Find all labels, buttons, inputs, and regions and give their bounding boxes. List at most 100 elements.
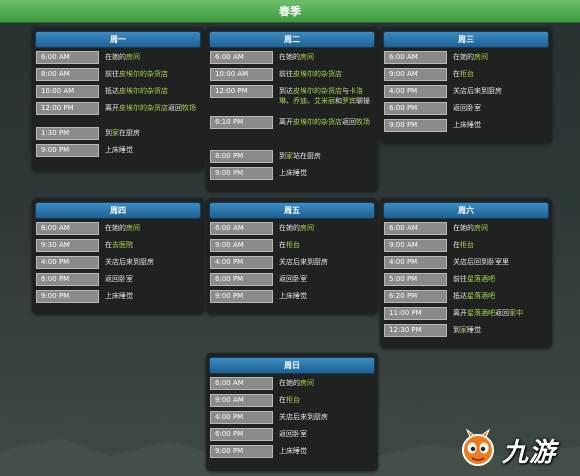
- event-fragment: 在她的: [279, 53, 300, 61]
- event-fragment: 聊操: [356, 97, 370, 105]
- event-fragment: 在厨房: [119, 129, 140, 137]
- time-cell: 6:00 AM: [384, 222, 447, 235]
- time-cell: 4:00 PM: [384, 256, 447, 269]
- day-name: 周三: [458, 35, 474, 44]
- location-link: 房间: [474, 53, 488, 61]
- event-text: 上床睡觉: [453, 120, 548, 130]
- location-link: 去医院: [112, 241, 133, 249]
- day-name: 周二: [284, 35, 300, 44]
- location-link: 柜台: [286, 396, 300, 404]
- event-fragment: 返回: [495, 309, 509, 317]
- event-text: 关店后来到厨房: [279, 412, 374, 422]
- event-text: 在她的房间: [453, 52, 548, 62]
- event-fragment: 关店后来到厨房: [105, 258, 154, 266]
- event-fragment: 前往: [105, 70, 119, 78]
- event-fragment: 、: [307, 97, 314, 105]
- time-cell: 6:00 PM: [210, 273, 273, 286]
- time-cell: 6:00 AM: [210, 222, 273, 235]
- time-cell: 9:00 PM: [210, 290, 273, 303]
- time-cell: 9:00 AM: [384, 239, 447, 252]
- time-cell: 4:00 PM: [36, 256, 99, 269]
- event-fragment: 睡觉: [467, 326, 481, 334]
- day-header: 周一: [35, 31, 201, 48]
- event-text: 在柜台: [279, 395, 374, 405]
- day-header: 周六: [383, 202, 549, 219]
- day-card-wednesday: 周三 6:00 AM 在她的房间 9:00 AM 在柜台 4:00 PM 关店后来到厨房 6:…: [380, 27, 552, 143]
- event-fragment: 上床睡觉: [279, 447, 307, 455]
- time-cell: 4:00 PM: [210, 411, 273, 424]
- event-fragment: 离开: [105, 104, 119, 112]
- event-fragment: 到达: [279, 87, 293, 95]
- location-link: 房间: [300, 379, 314, 387]
- event-text: 关店后来到厨房: [453, 86, 548, 96]
- time-cell: 9:00 AM: [210, 239, 273, 252]
- location-link: 房间: [474, 224, 488, 232]
- event-text: 到家睡觉: [453, 325, 548, 335]
- location-link: 星落酒吧: [467, 309, 495, 317]
- event-text: 返回卧室: [279, 274, 374, 284]
- location-link: 房间: [126, 53, 140, 61]
- time-cell: 9:00 PM: [210, 167, 273, 180]
- day-card-friday: 周五 6:00 AM 在她的房间 9:00 AM 在柜台 4:00 PM 关店后来到厨房 6:…: [206, 198, 378, 314]
- location-link: 皮埃尔的杂货店: [293, 70, 342, 78]
- time-cell: 10:00 AM: [36, 85, 99, 98]
- location-link: 星落酒吧: [467, 275, 495, 283]
- day-header: 周三: [383, 31, 549, 48]
- event-text: 在柜台: [453, 240, 548, 250]
- event-text: 前往皮埃尔的杂货店: [279, 69, 374, 79]
- event-fragment: 关店后来到厨房: [279, 413, 328, 421]
- event-text: 返回卧室: [279, 429, 374, 439]
- time-cell: 6:10 PM: [210, 116, 273, 129]
- time-cell: 6:00 PM: [36, 273, 99, 286]
- location-link: 柜台: [286, 241, 300, 249]
- mascot-icon: [462, 428, 494, 466]
- time-cell: 6:00 PM: [384, 102, 447, 115]
- event-text: 上床睡觉: [279, 168, 374, 178]
- time-cell: 12:00 PM: [210, 85, 273, 98]
- season-title: 春季: [279, 5, 301, 18]
- event-text: 在她的房间: [453, 223, 548, 233]
- event-fragment: 返回卧室: [105, 275, 133, 283]
- event-fragment: 在她的: [453, 224, 474, 232]
- event-fragment: 上床睡觉: [105, 292, 133, 300]
- time-cell: 6:00 AM: [36, 222, 99, 235]
- event-text: 在她的房间: [105, 52, 200, 62]
- location-link: 皮埃尔的杂货店: [293, 87, 342, 95]
- location-link: 家中: [509, 309, 523, 317]
- event-fragment: 在她的: [453, 53, 474, 61]
- event-fragment: 在: [105, 241, 112, 249]
- time-cell: 6:00 AM: [384, 51, 447, 64]
- location-link: 牧场: [356, 118, 370, 126]
- event-fragment: 在她的: [279, 224, 300, 232]
- day-name: 周四: [110, 206, 126, 215]
- day-header: 周二: [209, 31, 375, 48]
- event-text: 在柜台: [453, 69, 548, 79]
- event-fragment: 在她的: [105, 224, 126, 232]
- event-text: 返回卧室: [105, 274, 200, 284]
- event-text: 返回卧室: [453, 103, 548, 113]
- day-card-saturday: 周六 6:00 AM 在她的房间 9:00 AM 在柜台 4:00 PM 关店后回到卧室里 5…: [380, 198, 552, 348]
- location-link: 柜台: [460, 70, 474, 78]
- event-fragment: 在她的: [279, 379, 300, 387]
- event-fragment: 关店后来到厨房: [279, 258, 328, 266]
- event-text: 离开星落酒吧返回家中: [453, 308, 548, 318]
- event-fragment: 上床睡觉: [105, 146, 133, 154]
- event-fragment: 在: [453, 241, 460, 249]
- event-fragment: 抵达: [105, 87, 119, 95]
- time-cell: 9:00 AM: [384, 68, 447, 81]
- jiuyou-watermark: 九游: [458, 426, 576, 470]
- event-text: 在去医院: [105, 240, 200, 250]
- event-fragment: 关店后回到卧室里: [453, 258, 509, 266]
- event-text: 离开皮埃尔的杂货店返回牧场: [279, 117, 374, 127]
- event-text: 在她的房间: [279, 378, 374, 388]
- time-cell: 8:00 AM: [36, 68, 99, 81]
- time-cell: 9:00 PM: [36, 290, 99, 303]
- event-fragment: 到: [105, 129, 112, 137]
- day-name: 周一: [110, 35, 126, 44]
- day-card-monday: 周一 6:00 AM 在她的房间 8:00 AM 前往皮埃尔的杂货店 10:00 AM 抵达…: [32, 27, 204, 171]
- event-text: 上床睡觉: [279, 291, 374, 301]
- location-link: 罗宾: [342, 97, 356, 105]
- time-cell: 9:00 PM: [384, 119, 447, 132]
- time-cell: 6:00 PM: [210, 428, 273, 441]
- event-text: 在她的房间: [279, 52, 374, 62]
